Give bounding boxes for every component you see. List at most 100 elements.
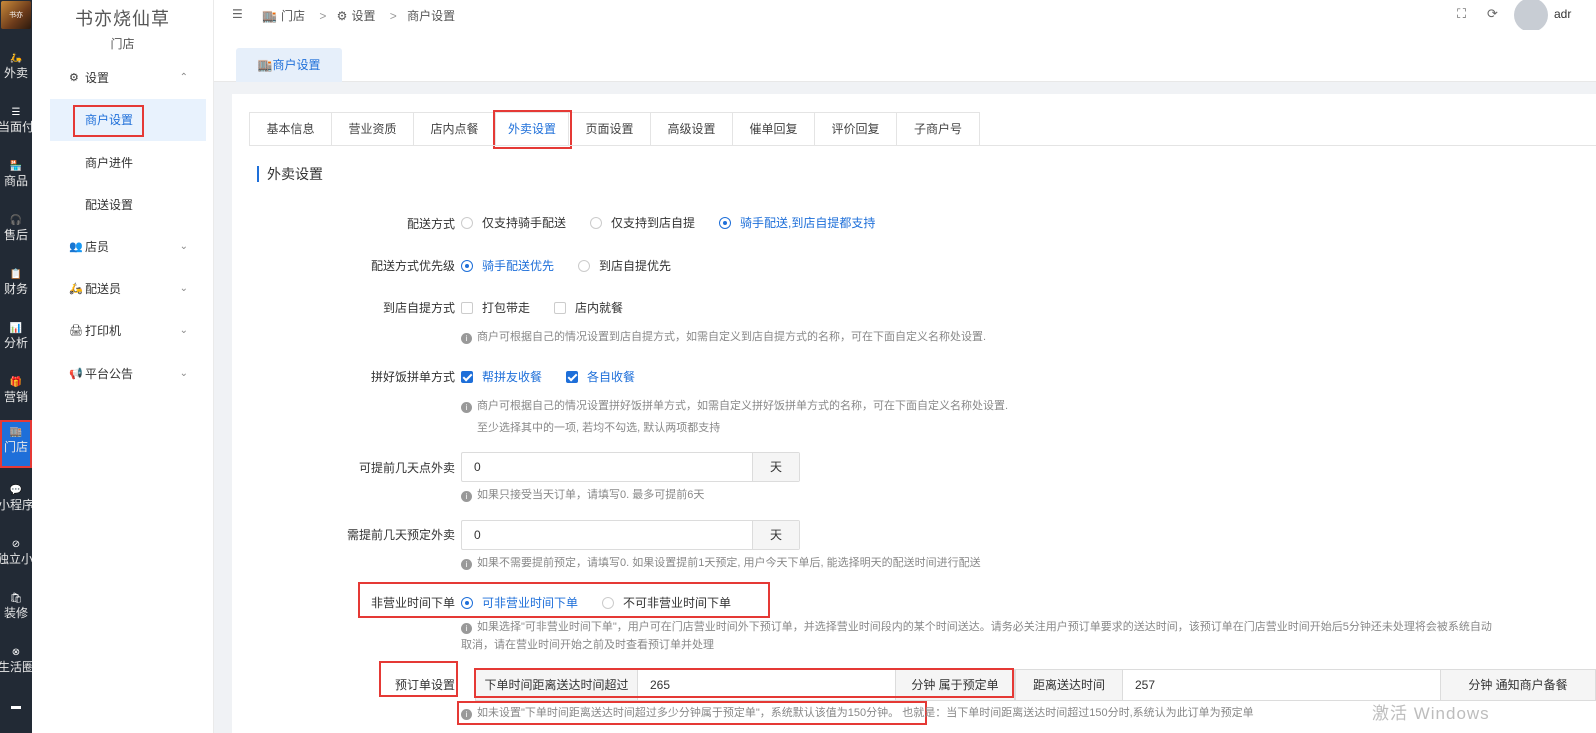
app-rail: 书亦 🛵 外卖 ☰ 当面付 🏪 商品 🎧 售后 📋 财务 📊 分析 🎁 营销 🏬 门店 💬 小程序… <box>0 0 32 733</box>
chevron-up-icon: ⌃ <box>179 72 188 83</box>
circle-icon: ⊗ <box>11 647 21 658</box>
sidebar-item-merchant-onboarding[interactable]: 商户进件 <box>50 142 206 184</box>
store-icon: 🏬 <box>257 58 273 72</box>
top-header: ☰ 🏬 门店 > ⚙ 设置 > 商户设置 ⛶ ⟳ adr <box>214 0 1596 32</box>
store-logo: 书亦 <box>1 1 31 29</box>
label-advance-days: 可提前几天点外卖 <box>358 461 455 475</box>
section-title: 外卖设置 <box>257 166 323 182</box>
chat-icon: 💬 <box>9 485 23 496</box>
info-icon: i <box>461 491 472 502</box>
sidebar-item-delivery-settings[interactable]: 配送设置 <box>50 184 206 226</box>
settings-tabs: 基本信息 营业资质 店内点餐 外卖设置 页面设置 高级设置 催单回复 评价回复 … <box>249 110 980 149</box>
shopping-bag-icon: 🛍 <box>9 593 23 604</box>
info-icon: i <box>461 333 472 344</box>
label-delivery-method: 配送方式 <box>406 217 455 231</box>
refresh-icon[interactable]: ⟳ <box>1487 6 1498 22</box>
tab-dine-in[interactable]: 店内点餐 <box>414 113 496 146</box>
tab-takeout-settings[interactable]: 外卖设置 <box>493 110 572 149</box>
store-icon: 🏬 <box>262 9 277 23</box>
checkbox-help-collect[interactable]: 帮拼友收餐 <box>461 368 542 385</box>
tab-page-settings[interactable]: 页面设置 <box>569 113 651 146</box>
rail-item-analysis[interactable]: 📊 分析 <box>0 316 32 360</box>
rail-item-standalone-miniprogram[interactable]: ⊘独立小程序 <box>0 532 32 576</box>
tab-sub-merchant[interactable]: 子商户号 <box>897 113 979 146</box>
rail-item-marketing[interactable]: 🎁 营销 <box>0 370 32 414</box>
radio-rider-only[interactable]: 仅支持骑手配送 <box>461 214 566 231</box>
scooter-icon: 🛵 <box>69 283 83 295</box>
rail-item-decoration[interactable]: 🛍 装修 <box>0 586 32 630</box>
label-pickup-method: 到店自提方式 <box>382 301 455 315</box>
sidebar-item-merchant-settings[interactable]: 商户设置 <box>50 99 206 141</box>
radio-rider-first[interactable]: 骑手配送优先 <box>461 257 554 274</box>
info-icon: i <box>461 709 472 720</box>
store-name: 书亦烧仙草 <box>75 9 170 29</box>
store-sidebar: 书亦烧仙草 门店 ⚙ 设置 ⌃ 商户设置 商户进件 配送设置 👥 店员 ⌄ 🛵 … <box>32 0 214 733</box>
tab-qualification[interactable]: 营业资质 <box>332 113 414 146</box>
shop-icon: 🏪 <box>9 161 23 172</box>
label-preorder-days: 需提前几天预定外卖 <box>346 528 455 542</box>
radio-pickup-first[interactable]: 到店自提优先 <box>578 257 671 274</box>
rail-item-finance[interactable]: 📋 财务 <box>0 262 32 306</box>
rail-item-takeout[interactable]: 🛵 外卖 <box>0 46 32 90</box>
label-preorder-settings: 预订单设置 <box>394 678 455 692</box>
store-subtitle: 门店 <box>110 37 135 51</box>
bar-chart-icon: 📊 <box>9 323 23 334</box>
sidebar-group-printers[interactable]: 🖨 打印机 ⌄ <box>32 313 214 349</box>
sidebar-group-settings[interactable]: ⚙ 设置 ⌃ <box>32 60 214 96</box>
advance-days-input[interactable]: 0 天 <box>461 452 800 482</box>
group-order-checks: 帮拼友收餐 各自收餐 <box>461 368 659 385</box>
rail-item-lifecircle[interactable]: ⊗ 生活圈 <box>0 640 32 684</box>
breadcrumb-current: 商户设置 <box>407 9 456 23</box>
store-icon: 🏬 <box>9 427 23 438</box>
tab-basic-info[interactable]: 基本信息 <box>250 113 332 146</box>
printer-icon: 🖨 <box>69 325 83 337</box>
page-tab-strip: 🏬商户设置 <box>214 30 1596 82</box>
windows-watermark: 激活 Windows <box>1372 704 1490 723</box>
radio-both[interactable]: 骑手配送,到店自提都支持 <box>719 214 875 231</box>
info-icon: i <box>461 623 472 634</box>
breadcrumb-settings[interactable]: 设置 <box>351 9 375 23</box>
menu-fold-icon[interactable]: ☰ <box>232 7 243 21</box>
label-off-hours: 非营业时间下单 <box>370 596 455 610</box>
radio-deny-off-hours[interactable]: 不可非营业时间下单 <box>602 594 731 611</box>
highlight-box <box>73 105 144 137</box>
breadcrumb-store[interactable]: 门店 <box>281 9 305 23</box>
fullscreen-icon[interactable]: ⛶ <box>1457 6 1466 22</box>
delivery-method-radios: 仅支持骑手配送 仅支持到店自提 骑手配送,到店自提都支持 <box>461 214 899 231</box>
preorder-notify-input[interactable]: 距离送达时间 257 分钟 通知商户备餐 <box>1015 669 1596 701</box>
sidebar-group-announcements[interactable]: 📢 平台公告 ⌄ <box>32 356 214 392</box>
tab-advanced[interactable]: 高级设置 <box>651 113 733 146</box>
rail-item-store[interactable]: 🏬 门店 <box>0 420 32 468</box>
tab-reminder-reply[interactable]: 催单回复 <box>733 113 815 146</box>
rail-item-aftersale[interactable]: 🎧 售后 <box>0 208 32 252</box>
sidebar-group-riders[interactable]: 🛵 配送员 ⌄ <box>32 271 214 307</box>
sidebar-group-staff[interactable]: 👥 店员 ⌄ <box>32 229 214 265</box>
settings-card: 基本信息 营业资质 店内点餐 外卖设置 页面设置 高级设置 催单回复 评价回复 … <box>232 94 1596 733</box>
tabs-divider <box>249 145 1596 146</box>
delivery-priority-radios: 骑手配送优先 到店自提优先 <box>461 257 695 274</box>
clipboard-icon: 📋 <box>9 269 23 280</box>
checkbox-each-collect[interactable]: 各自收餐 <box>566 368 635 385</box>
chevron-down-icon: ⌄ <box>179 368 188 379</box>
checkbox-dine-in[interactable]: 店内就餐 <box>554 299 623 316</box>
user-name[interactable]: adr <box>1554 7 1571 21</box>
pickup-method-checks: 打包带走 店内就餐 <box>461 299 647 316</box>
checkbox-takeaway[interactable]: 打包带走 <box>461 299 530 316</box>
preorder-days-input[interactable]: 0 天 <box>461 520 800 550</box>
scooter-icon: 🛵 <box>9 53 23 64</box>
radio-pickup-only[interactable]: 仅支持到店自提 <box>590 214 695 231</box>
hint-group-order: i 商户可根据自己的情况设置拼好饭拼单方式，如需自定义拼好饭拼单方式的名称，可在下… <box>461 398 1008 414</box>
rail-item-goods[interactable]: 🏪 商品 <box>0 154 32 198</box>
rail-item-more[interactable]: ▬ <box>0 694 32 733</box>
compass-icon: ⊘ <box>11 539 21 550</box>
gift-icon: 🎁 <box>9 377 23 388</box>
radio-allow-off-hours[interactable]: 可非营业时间下单 <box>461 594 578 611</box>
megaphone-icon: 📢 <box>69 368 83 380</box>
hint-preorder-days: i 如果不需要提前预定，请填写0. 如果设置提前1天预定, 用户今天下单后, 能选… <box>461 555 981 571</box>
page-tab-merchant-settings[interactable]: 🏬商户设置 <box>236 48 342 82</box>
avatar[interactable] <box>1514 0 1548 32</box>
info-icon: i <box>461 559 472 570</box>
rail-item-facepay[interactable]: ☰ 当面付 <box>0 100 32 144</box>
tab-review-reply[interactable]: 评价回复 <box>815 113 897 146</box>
rail-item-miniprogram[interactable]: 💬 小程序 <box>0 478 32 522</box>
